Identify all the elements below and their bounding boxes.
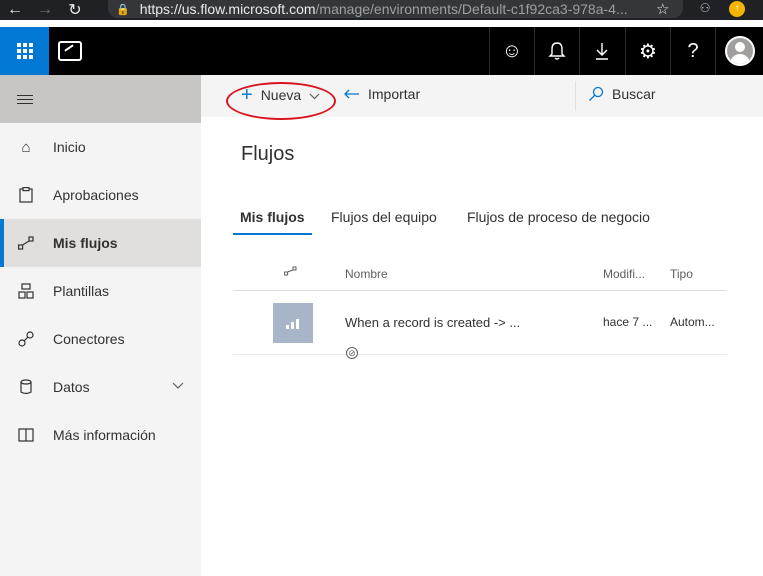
sidebar-item-conectores[interactable]: Conectores	[0, 315, 201, 363]
avatar	[724, 36, 755, 66]
column-header-name[interactable]: Nombre	[345, 267, 388, 281]
sidebar-item-plantillas[interactable]: Plantillas	[0, 267, 201, 315]
table-header: Nombre Modifi... Tipo	[233, 258, 727, 291]
column-header-modified[interactable]: Modifi...	[603, 267, 645, 281]
sidebar: ⌂ Inicio Aprobaciones Mis flujos Plantil…	[0, 75, 201, 576]
app-header: ☺ ⚙ ?	[0, 27, 763, 75]
import-button[interactable]: Importar	[344, 86, 420, 102]
sidebar-item-label: Conectores	[53, 331, 125, 347]
search-button[interactable]: Buscar	[588, 86, 656, 102]
gear-icon: ⚙	[639, 40, 657, 63]
sidebar-item-label: Inicio	[53, 139, 86, 155]
tab-flujos-de-proceso-de-negocio[interactable]: Flujos de proceso de negocio	[460, 206, 657, 233]
sidebar-item-datos[interactable]: Datos	[0, 363, 201, 411]
column-header-type[interactable]: Tipo	[670, 267, 693, 281]
book-icon	[17, 426, 35, 444]
tab-flujos-del-equipo[interactable]: Flujos del equipo	[324, 206, 444, 233]
app-launcher-button[interactable]	[0, 27, 49, 75]
update-icon[interactable]: ↑	[729, 1, 745, 17]
disabled-icon: ⊘	[346, 347, 358, 359]
red-annotation-ellipse	[226, 82, 336, 120]
sidebar-item-mas-informacion[interactable]: Más información	[0, 411, 201, 459]
sidebar-item-mis-flujos[interactable]: Mis flujos	[0, 219, 201, 267]
flows-table: Nombre Modifi... Tipo ⊘ When a record is…	[233, 258, 727, 359]
help-icon: ?	[687, 39, 699, 62]
url-host: https://us.flow.microsoft.com	[139, 1, 316, 17]
command-bar-divider	[575, 81, 576, 111]
sidebar-toggle[interactable]	[0, 75, 201, 123]
clipboard-icon	[17, 186, 35, 204]
extension-icon[interactable]: ⚇	[696, 1, 714, 19]
settings-button[interactable]: ⚙	[625, 27, 670, 75]
flow-type: Autom...	[670, 315, 715, 329]
notifications-button[interactable]	[534, 27, 579, 75]
connector-icon	[17, 330, 35, 348]
hamburger-icon	[17, 92, 33, 107]
flow-icon	[17, 234, 35, 252]
sidebar-item-label: Datos	[53, 379, 90, 395]
help-button[interactable]: ?	[670, 27, 715, 75]
reload-icon[interactable]: ↻	[60, 0, 90, 20]
search-label: Buscar	[612, 86, 656, 102]
import-arrow-icon	[344, 89, 360, 99]
account-button[interactable]	[715, 27, 763, 75]
sidebar-item-inicio[interactable]: ⌂ Inicio	[0, 123, 201, 171]
smiley-icon: ☺	[501, 39, 523, 62]
flow-thumbnail-icon: ⊘	[273, 303, 358, 359]
bookmark-star-icon[interactable]: ☆	[656, 0, 669, 18]
power-automate-logo[interactable]	[58, 41, 82, 61]
templates-icon	[17, 282, 35, 300]
feedback-button[interactable]: ☺	[489, 27, 534, 75]
address-bar[interactable]: 🔒 https://us.flow.microsoft.com /manage/…	[108, 0, 683, 18]
sidebar-item-label: Mis flujos	[53, 235, 118, 251]
tab-mis-flujos[interactable]: Mis flujos	[233, 206, 312, 235]
sidebar-item-label: Plantillas	[53, 283, 110, 299]
sidebar-item-label: Más información	[53, 427, 156, 443]
search-icon	[588, 86, 604, 102]
table-row[interactable]: ⊘ When a record is created -> ... hace 7…	[233, 291, 727, 359]
bell-icon	[548, 42, 566, 60]
download-button[interactable]	[579, 27, 624, 75]
back-icon[interactable]: ←	[0, 0, 30, 20]
flow-type-icon	[284, 265, 297, 279]
home-icon: ⌂	[21, 138, 31, 156]
flow-name[interactable]: When a record is created -> ...	[345, 315, 520, 330]
sidebar-item-label: Aprobaciones	[53, 187, 139, 203]
import-button-label: Importar	[368, 86, 421, 102]
sidebar-item-aprobaciones[interactable]: Aprobaciones	[0, 171, 201, 219]
chevron-down-icon[interactable]	[172, 379, 184, 393]
url-path: /manage/environments/Default-c1f92ca3-97…	[315, 1, 628, 17]
download-icon	[596, 43, 608, 60]
page-title: Flujos	[241, 143, 295, 165]
waffle-icon	[16, 43, 33, 59]
flow-modified: hace 7 ...	[603, 315, 653, 329]
database-icon	[17, 378, 35, 396]
lock-icon: 🔒	[116, 3, 130, 16]
forward-icon[interactable]: →	[30, 0, 60, 20]
